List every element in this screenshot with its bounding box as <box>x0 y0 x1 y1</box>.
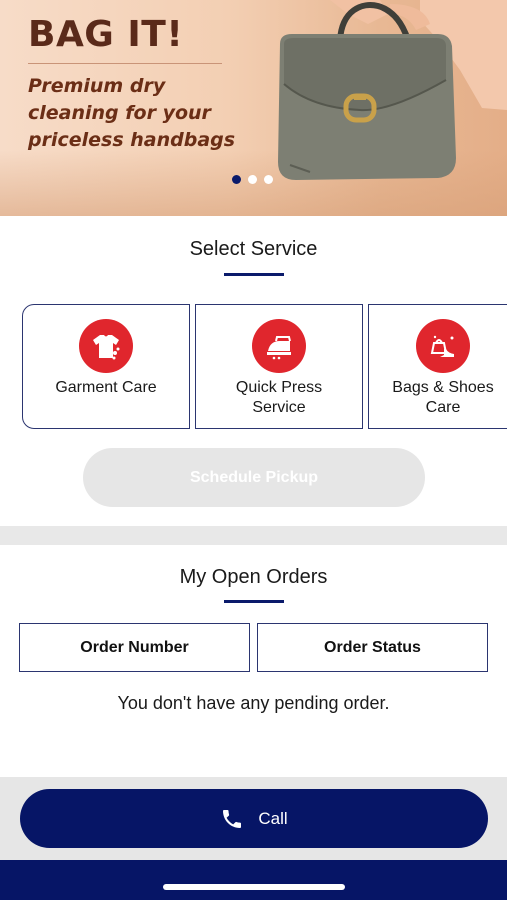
service-card-quick-press[interactable]: Quick Press Service <box>195 304 363 429</box>
home-indicator[interactable] <box>163 884 345 890</box>
carousel-dot-2[interactable] <box>248 175 257 184</box>
service-label: Bags & Shoes Care <box>392 379 494 416</box>
section-divider <box>0 526 507 545</box>
order-number-header: Order Number <box>19 623 250 672</box>
promo-banner[interactable]: BAG IT! Premium dry cleaning for your pr… <box>0 0 507 216</box>
service-card-garment-care[interactable]: Garment Care <box>22 304 190 429</box>
banner-subtitle: Premium dry cleaning for your priceless … <box>28 75 236 151</box>
empty-orders-message: You don't have any pending order. <box>117 693 390 713</box>
call-button[interactable]: Call <box>20 789 488 848</box>
service-label: Quick Press Service <box>235 379 323 416</box>
t-shirt-icon <box>79 319 133 373</box>
open-orders-title: My Open Orders <box>179 566 328 588</box>
call-label: Call <box>258 808 288 828</box>
banner-title: BAG IT! <box>28 14 184 55</box>
carousel-dot-1[interactable] <box>232 175 241 184</box>
service-card-bags-shoes[interactable]: Bags & Shoes Care <box>368 304 507 429</box>
system-nav-bar <box>0 860 507 900</box>
schedule-pickup-button[interactable]: Schedule Pickup <box>83 448 425 507</box>
title-underline <box>224 600 284 603</box>
carousel-dots[interactable] <box>232 175 273 184</box>
carousel-dot-3[interactable] <box>264 175 273 184</box>
select-service-title: Select Service <box>189 238 318 260</box>
order-status-header: Order Status <box>257 623 488 672</box>
title-underline <box>224 273 284 276</box>
handbag-image <box>278 0 507 180</box>
iron-icon <box>252 319 306 373</box>
banner-divider <box>28 63 222 64</box>
phone-icon <box>223 809 242 828</box>
bag-shoe-icon <box>416 319 470 373</box>
service-label: Garment Care <box>55 379 157 396</box>
